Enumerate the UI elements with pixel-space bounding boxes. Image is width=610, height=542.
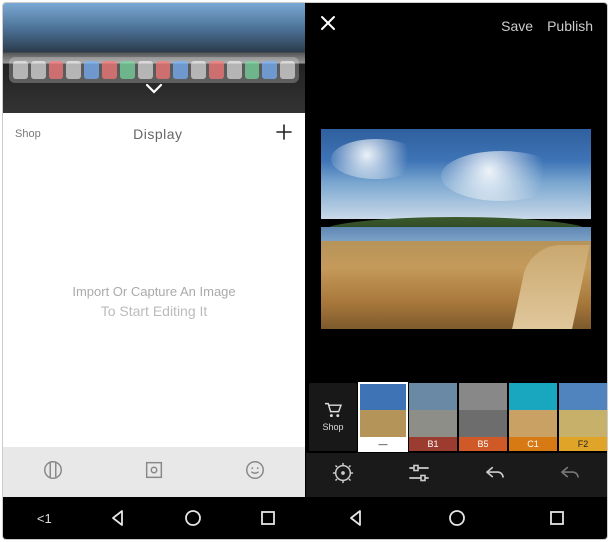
redo-icon[interactable] [559,464,581,487]
editor-toolbar [305,453,607,497]
filter-label: F2 [559,437,607,451]
nav-home-button[interactable] [183,508,203,528]
nav-recents-button[interactable] [259,509,277,527]
filter-row: Shop —B1B5C1F2 [305,381,607,453]
smiley-icon[interactable] [244,459,266,486]
shop-link[interactable]: Shop [15,128,41,140]
filter-label: C1 [509,437,557,451]
filter-thumb-b5[interactable]: B5 [459,383,507,451]
publish-button[interactable]: Publish [547,18,593,34]
editor-pane: Save Publish Shop —B1B5C1F2 [305,3,607,497]
filter-thumb-—[interactable]: — [359,383,407,451]
filter-preview [409,383,457,437]
library-pane: Shop Display Import Or Capture An Image … [3,3,305,497]
filter-shop-tile[interactable]: Shop [309,383,357,451]
filter-label: B5 [459,437,507,451]
android-navbar-right [305,497,607,539]
background-preview [3,3,305,113]
empty-line-2: To Start Editing It [101,303,208,319]
filter-preview [359,383,407,437]
filter-preview [509,383,557,437]
save-button[interactable]: Save [501,18,533,34]
nav-back-button[interactable] [346,508,366,528]
android-navbar-left: <1 [3,497,305,539]
android-navbars: <1 [3,497,607,539]
editor-header: Save Publish [305,3,607,49]
filter-thumb-f2[interactable]: F2 [559,383,607,451]
library-header: Shop Display [3,113,305,155]
nav-recents-button[interactable] [548,509,566,527]
chevron-down-icon[interactable] [145,79,163,100]
close-button[interactable] [319,14,337,38]
columns-icon[interactable] [42,459,64,486]
filter-preview [459,383,507,437]
edited-photo [321,129,591,329]
filter-preview [559,383,607,437]
filter-label: — [359,437,407,451]
filter-label: B1 [409,437,457,451]
empty-state: Import Or Capture An Image To Start Edit… [3,155,305,447]
cart-icon [323,402,343,418]
nav-back-button[interactable] [108,508,128,528]
add-button[interactable] [275,121,293,147]
empty-line-1: Import Or Capture An Image [72,284,235,299]
filter-thumb-c1[interactable]: C1 [509,383,557,451]
sliders-icon[interactable] [407,463,431,488]
library-title[interactable]: Display [41,126,275,142]
nav-home-button[interactable] [447,508,467,528]
notification-badge: <1 [31,511,52,526]
image-canvas[interactable] [305,49,607,381]
camera-frame-icon[interactable] [143,459,165,486]
filter-thumb-b1[interactable]: B1 [409,383,457,451]
library-bottom-bar [3,447,305,497]
filter-shop-label: Shop [322,422,343,432]
presets-wheel-icon[interactable] [332,462,354,489]
undo-icon[interactable] [484,464,506,487]
